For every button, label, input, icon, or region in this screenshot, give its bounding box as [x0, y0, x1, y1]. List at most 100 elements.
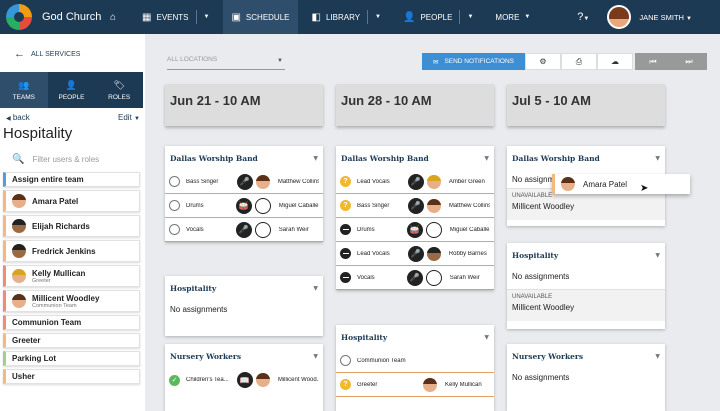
role-row[interactable]: ? Bass Singer 🎤 Matthew Collins	[336, 194, 494, 218]
list-item[interactable]: Communion Team	[3, 315, 140, 330]
nav-schedule[interactable]: ▣ SCHEDULE	[223, 0, 298, 34]
role-name: Drums	[186, 202, 204, 209]
role-row[interactable]: Bass Singer 🎤 Matthew Collins	[165, 170, 323, 194]
home-icon: ⌂	[110, 11, 117, 23]
filter-input[interactable]: Filter users & roles	[32, 155, 99, 164]
avatar	[426, 198, 441, 213]
role-row[interactable]: ? Lead Vocals 🎤 Amber Green	[336, 170, 494, 194]
assign-entire-team[interactable]: Assign entire team	[3, 172, 140, 187]
chevron-down-icon[interactable]: ▼	[313, 155, 318, 162]
next-page-button[interactable]: ⏭	[671, 53, 707, 70]
sidebar: ← ALL SERVICES 👥 TEAMS 👤 PEOPLE 🏷 ROLES …	[0, 34, 145, 411]
all-services-link[interactable]: ← ALL SERVICES	[14, 48, 80, 60]
chevron-down-icon[interactable]: ▼	[484, 155, 489, 162]
back-link[interactable]: ◀ back	[6, 113, 30, 122]
role-row[interactable]: Communion Team	[336, 349, 494, 373]
avatar	[426, 174, 441, 189]
avatar	[255, 373, 270, 387]
list-item[interactable]: Elijah Richards	[3, 215, 140, 237]
team-card: Hospitality ▼ Communion Team ? Greeter Kell…	[336, 325, 494, 411]
nav-events[interactable]: ▦ EVENTS ▼	[134, 0, 217, 34]
dragged-person[interactable]: Amara Patel	[552, 174, 690, 194]
settings-button[interactable]: ⚙	[525, 53, 561, 70]
chevron-down-icon[interactable]: ▼	[655, 155, 660, 162]
teams-icon: 👥	[18, 79, 30, 90]
user-menu[interactable]: JANE SMITH ▼	[639, 13, 692, 22]
avatar	[423, 377, 437, 392]
role-name: Lead Vocals	[357, 250, 390, 257]
send-notifications-button[interactable]: ✉ SEND NOTIFICATIONS	[422, 53, 525, 70]
list-item[interactable]: Kelly Mullican Greeter	[3, 265, 140, 287]
home-button[interactable]: ⌂	[102, 0, 124, 34]
role-row[interactable]: Drums 🥁 Miguel Caballe...	[165, 194, 323, 218]
chevron-down-icon[interactable]: ▼	[655, 252, 660, 259]
role-row[interactable]: Drums 🥁 Miguel Caballe...	[336, 218, 494, 242]
card-header: Hospitality ▼	[336, 325, 494, 349]
chevron-down-icon[interactable]: ▼	[375, 14, 381, 20]
service-column: Jun 21 - 10 AM	[165, 84, 323, 126]
role-row[interactable]: ? Greeter Kelly Mullican	[336, 373, 494, 397]
drums-icon: 🥁	[406, 221, 423, 238]
check-icon: ✓	[169, 374, 180, 386]
person-name: Miguel Caballe...	[449, 226, 490, 233]
chevron-down-icon: ▼	[134, 116, 140, 122]
list-item[interactable]: Fredrick Jenkins	[3, 240, 140, 262]
nav-library[interactable]: ◧ LIBRARY ▼	[304, 0, 390, 34]
list-item[interactable]: Parking Lot	[3, 351, 140, 366]
filter-users-roles[interactable]: 🔍 Filter users & roles	[12, 154, 99, 165]
list-item[interactable]: Greeter	[3, 333, 140, 348]
card-title: Hospitality	[170, 283, 217, 293]
tab-roles[interactable]: 🏷 ROLES	[95, 72, 143, 108]
top-nav-bar: God Church ⌂ ▦ EVENTS ▼ ▣ SCHEDULE ◧ LIB…	[0, 0, 720, 34]
edit-menu[interactable]: Edit ▼	[118, 113, 140, 122]
role-row[interactable]: Vocals 🎤 Sarah Weir	[165, 218, 323, 242]
chevron-down-icon: ▼	[686, 15, 692, 22]
chevron-down-icon[interactable]: ▼	[655, 353, 660, 360]
role-name: Lead Vocals	[357, 178, 390, 185]
list-item[interactable]: Millicent Woodley Communion Team	[3, 290, 140, 312]
avatar	[12, 244, 26, 258]
chevron-down-icon[interactable]: ▼	[484, 334, 489, 341]
print-button[interactable]: ⎙	[561, 53, 597, 70]
role-row[interactable]: Vocals 🎤 Sarah Weir	[336, 266, 494, 290]
chevron-down-icon[interactable]: ▼	[313, 285, 318, 292]
list-item[interactable]: Usher	[3, 369, 140, 384]
location-select[interactable]: ALL LOCATIONS ▼	[167, 56, 285, 70]
chevron-down-icon: ▼	[524, 14, 531, 20]
role-row[interactable]: ✓ Children's Tea... 📖 Millicent Wood...	[165, 368, 323, 392]
list-item[interactable]: Amara Patel	[3, 190, 140, 212]
person-name: Matthew Collins	[448, 202, 490, 209]
question-icon: ?	[340, 200, 351, 211]
nav-people[interactable]: 👤 PEOPLE ▼	[395, 0, 481, 34]
church-name[interactable]: God Church	[42, 11, 102, 23]
schedule-main: ALL LOCATIONS ▼ ✉ SEND NOTIFICATIONS ⚙ ⎙…	[145, 34, 720, 411]
person-name: Matthew Collins	[277, 178, 319, 185]
team-name: Usher	[12, 372, 35, 381]
unavailable-section: UNAVAILABLE Millicent Woodley	[507, 289, 665, 321]
person-name: Fredrick Jenkins	[32, 246, 96, 256]
card-title: Dallas Worship Band	[341, 153, 429, 163]
tab-people[interactable]: 👤 PEOPLE	[48, 72, 96, 108]
tab-people-label: PEOPLE	[58, 93, 85, 101]
chevron-down-icon[interactable]: ▼	[313, 353, 318, 360]
prev-page-button[interactable]: ⏮	[635, 53, 671, 70]
chevron-down-icon[interactable]: ▼	[467, 14, 473, 20]
tab-teams[interactable]: 👥 TEAMS	[0, 72, 48, 108]
avatar	[12, 294, 26, 308]
church-logo-icon[interactable]	[6, 4, 32, 30]
microphone-icon: 🎤	[235, 221, 252, 238]
role-row[interactable]: Lead Vocals 🎤 Robby Barnes	[336, 242, 494, 266]
role-name: Bass Singer	[186, 178, 219, 185]
skip-forward-icon: ⏭	[685, 56, 693, 66]
status-open-icon	[340, 355, 351, 366]
nav-more[interactable]: MORE ▼	[487, 0, 538, 34]
status-open-icon	[169, 224, 180, 235]
card-header: Nursery Workers ▼	[165, 344, 323, 368]
column-date: Jun 21 - 10 AM	[165, 84, 323, 126]
declined-icon	[340, 272, 351, 283]
avatar[interactable]	[607, 5, 632, 29]
chevron-down-icon[interactable]: ▼	[204, 14, 210, 20]
help-icon[interactable]: ?▼	[577, 11, 589, 23]
download-button[interactable]: ☁	[597, 53, 633, 70]
card-title: Dallas Worship Band	[170, 153, 258, 163]
